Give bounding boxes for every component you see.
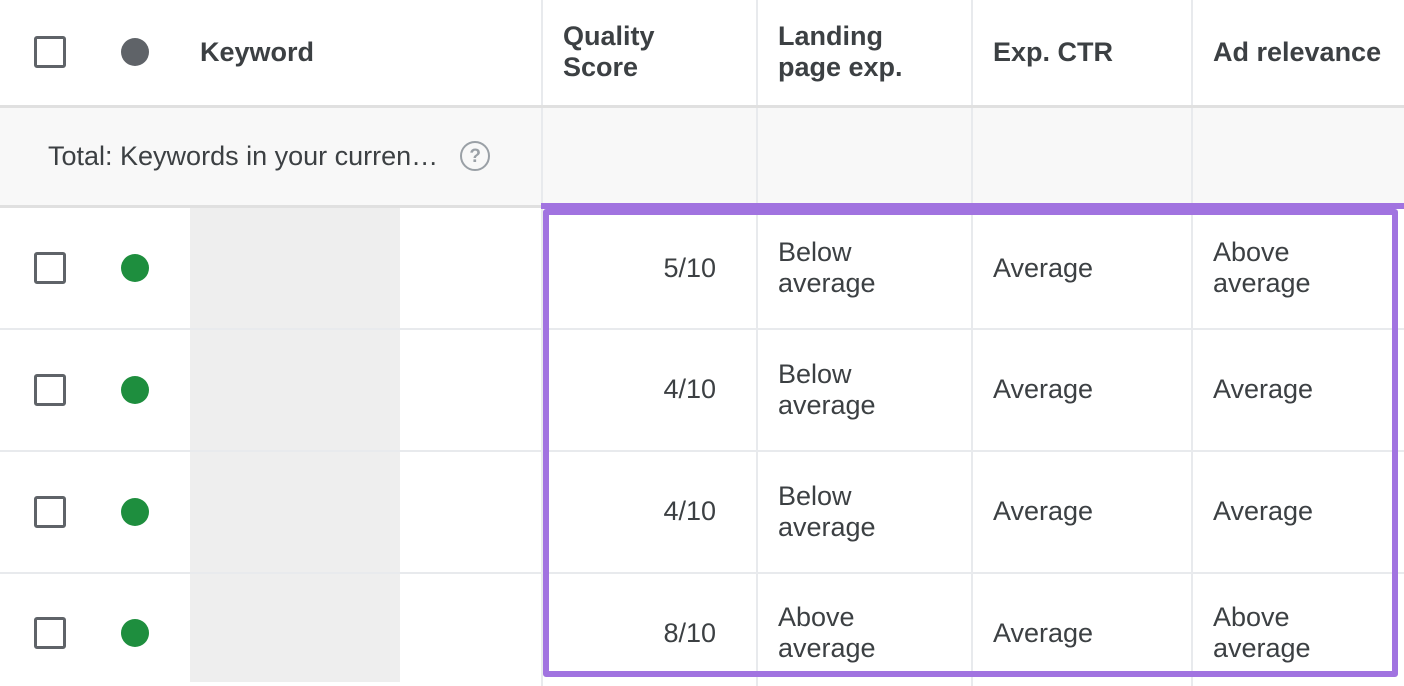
exp-ctr-cell: Average <box>972 206 1192 329</box>
status-enabled-icon[interactable] <box>121 254 149 282</box>
exp-ctr-value: Average <box>993 496 1093 526</box>
exp-ctr-cell: Average <box>972 573 1192 686</box>
exp-ctr-cell: Average <box>972 451 1192 573</box>
total-qs <box>542 106 757 206</box>
table-row: 4/10 Below average Average Average <box>0 329 1404 451</box>
quality-score-cell: 4/10 <box>542 329 757 451</box>
exp-ctr-value: Average <box>993 618 1093 648</box>
keyword-cell[interactable] <box>170 206 542 329</box>
keywords-table: Keyword Quality Score Landing page exp. … <box>0 0 1404 686</box>
header-checkbox-cell <box>0 0 100 106</box>
keyword-cell[interactable] <box>170 573 542 686</box>
landing-page-exp-cell: Below average <box>757 206 972 329</box>
ad-relevance-value: Above average <box>1213 237 1311 298</box>
ad-relevance-cell: Average <box>1192 451 1404 573</box>
landing-page-exp-cell: Below average <box>757 329 972 451</box>
quality-score-cell: 5/10 <box>542 206 757 329</box>
landing-page-exp-value: Below average <box>778 237 876 298</box>
total-lpe <box>757 106 972 206</box>
ad-relevance-cell: Average <box>1192 329 1404 451</box>
total-label: Total: Keywords in your curren… <box>48 141 438 172</box>
keyword-redacted <box>190 330 400 450</box>
header-exp-ctr[interactable]: Exp. CTR <box>972 0 1192 106</box>
table-row: 8/10 Above average Average Above average <box>0 573 1404 686</box>
select-all-checkbox[interactable] <box>34 36 66 68</box>
header-status-cell <box>100 0 170 106</box>
keyword-redacted <box>190 208 400 328</box>
header-ad-relevance[interactable]: Ad relevance <box>1192 0 1404 106</box>
ad-relevance-cell: Above average <box>1192 206 1404 329</box>
quality-score-value: 8/10 <box>663 618 716 648</box>
status-enabled-icon[interactable] <box>121 376 149 404</box>
row-checkbox[interactable] <box>34 617 66 649</box>
keyword-cell[interactable] <box>170 329 542 451</box>
header-quality-score[interactable]: Quality Score <box>542 0 757 106</box>
header-exp-ctr-label: Exp. CTR <box>993 37 1113 67</box>
help-icon[interactable]: ? <box>460 141 490 171</box>
landing-page-exp-cell: Above average <box>757 573 972 686</box>
total-ctr <box>972 106 1192 206</box>
quality-score-cell: 8/10 <box>542 573 757 686</box>
landing-page-exp-value: Above average <box>778 602 876 663</box>
quality-score-value: 5/10 <box>663 253 716 283</box>
status-enabled-icon[interactable] <box>121 619 149 647</box>
row-checkbox[interactable] <box>34 252 66 284</box>
table-header-row: Keyword Quality Score Landing page exp. … <box>0 0 1404 106</box>
row-checkbox[interactable] <box>34 374 66 406</box>
header-landing-page-exp[interactable]: Landing page exp. <box>757 0 972 106</box>
ad-relevance-value: Average <box>1213 374 1313 404</box>
status-enabled-icon[interactable] <box>121 498 149 526</box>
status-indicator-icon <box>121 38 149 66</box>
table-row: 5/10 Below average Average Above average <box>0 206 1404 329</box>
ad-relevance-cell: Above average <box>1192 573 1404 686</box>
keyword-cell[interactable] <box>170 451 542 573</box>
exp-ctr-value: Average <box>993 374 1093 404</box>
header-quality-score-label: Quality Score <box>563 21 655 82</box>
header-ad-relevance-label: Ad relevance <box>1213 37 1381 67</box>
exp-ctr-value: Average <box>993 253 1093 283</box>
quality-score-value: 4/10 <box>663 374 716 404</box>
header-landing-page-exp-label: Landing page exp. <box>778 21 903 82</box>
header-keyword[interactable]: Keyword <box>170 0 542 106</box>
total-row: Total: Keywords in your curren… ? <box>0 106 1404 206</box>
table-row: 4/10 Below average Average Average <box>0 451 1404 573</box>
ad-relevance-value: Average <box>1213 496 1313 526</box>
quality-score-cell: 4/10 <box>542 451 757 573</box>
landing-page-exp-cell: Below average <box>757 451 972 573</box>
ad-relevance-value: Above average <box>1213 602 1311 663</box>
landing-page-exp-value: Below average <box>778 359 876 420</box>
exp-ctr-cell: Average <box>972 329 1192 451</box>
total-label-cell: Total: Keywords in your curren… ? <box>170 106 542 206</box>
landing-page-exp-value: Below average <box>778 481 876 542</box>
header-keyword-label: Keyword <box>200 37 314 67</box>
keyword-redacted <box>190 452 400 572</box>
total-adr <box>1192 106 1404 206</box>
row-checkbox[interactable] <box>34 496 66 528</box>
help-glyph: ? <box>469 147 481 166</box>
keyword-redacted <box>190 574 400 682</box>
quality-score-value: 4/10 <box>663 496 716 526</box>
